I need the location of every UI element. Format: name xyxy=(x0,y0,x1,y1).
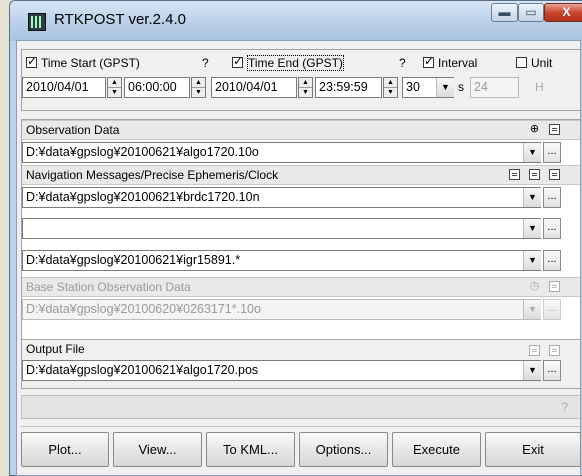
time-start-checkbox[interactable]: Time Start (GPST) xyxy=(26,54,140,70)
output-dropdown-icon[interactable]: ▼ xyxy=(523,361,541,380)
navigation-path1-input[interactable]: D:¥data¥gpslog¥20100621¥brdc1720.10n xyxy=(22,187,541,208)
app-icon[interactable] xyxy=(28,13,46,31)
navigation-path2-input[interactable] xyxy=(22,218,541,239)
unit-input[interactable]: 24 xyxy=(470,77,519,98)
time-end-check-icon[interactable] xyxy=(232,54,243,68)
view-button[interactable]: View... xyxy=(113,432,202,467)
interval-unit: s xyxy=(458,80,464,94)
execute-button[interactable]: Execute xyxy=(392,432,481,467)
down-arrow-icon[interactable]: ▼ xyxy=(384,88,397,97)
observation-label: Observation Data xyxy=(26,123,120,137)
start-date-spinner[interactable]: ▲ ▼ xyxy=(107,77,122,98)
navigation3-dropdown-icon[interactable]: ▼ xyxy=(523,251,541,270)
navigation3-browse-button[interactable]: ... xyxy=(543,250,561,271)
plot-button[interactable]: Plot... xyxy=(21,432,109,467)
time-start-check-icon[interactable] xyxy=(26,54,37,68)
status-bar: ? xyxy=(21,395,580,419)
status-help[interactable]: ? xyxy=(561,400,568,414)
navigation2-browse-button[interactable]: ... xyxy=(543,218,561,239)
down-arrow-icon[interactable]: ▼ xyxy=(299,88,312,97)
base-section-header: Base Station Observation Data ◷ xyxy=(22,277,580,297)
output-browse-button[interactable]: ... xyxy=(543,360,561,381)
interval-check-icon[interactable] xyxy=(423,54,434,68)
options-button[interactable]: Options... xyxy=(299,432,388,467)
time-end-help[interactable]: ? xyxy=(399,56,406,70)
view-nav1-icon[interactable] xyxy=(509,169,520,180)
up-arrow-icon[interactable]: ▲ xyxy=(108,78,121,88)
title-bar[interactable]: RTKPOST ver.2.4.0 ▬ ▭ X xyxy=(10,1,582,41)
unit-check-icon[interactable] xyxy=(516,57,527,68)
clock-icon[interactable]: ◷ xyxy=(529,281,540,292)
up-arrow-icon[interactable]: ▲ xyxy=(192,78,205,88)
client-area: Time Start (GPST) ? Time End (GPST) ? In… xyxy=(16,40,581,476)
end-date-input[interactable]: 2010/04/01 xyxy=(211,77,297,98)
close-button[interactable]: X xyxy=(544,3,582,22)
unit-label: Unit xyxy=(531,56,553,70)
unit-suffix: H xyxy=(535,80,544,94)
button-bar: Plot... View... To KML... Options... Exe… xyxy=(21,426,581,467)
interval-label: Interval xyxy=(438,56,478,70)
output-panel: Output File D:¥data¥gpslog¥20100621¥algo… xyxy=(21,339,580,389)
view-nav2-icon[interactable] xyxy=(529,169,540,180)
time-end-checkbox[interactable]: Time End (GPST) xyxy=(232,54,344,71)
navigation1-browse-button[interactable]: ... xyxy=(543,187,561,208)
navigation2-dropdown-icon[interactable]: ▼ xyxy=(523,219,541,238)
time-start-label: Time Start (GPST) xyxy=(41,56,140,70)
navigation-section-header: Navigation Messages/Precise Ephemeris/Cl… xyxy=(22,165,580,185)
navigation-path3-input[interactable]: D:¥data¥gpslog¥20100621¥igr15891.* xyxy=(22,250,541,271)
end-time-input[interactable]: 23:59:59 xyxy=(315,77,382,98)
output-label: Output File xyxy=(26,342,85,356)
observation-section-header: Observation Data ⊕ xyxy=(22,120,580,140)
time-end-label: Time End (GPST) xyxy=(247,55,344,71)
down-arrow-icon[interactable]: ▼ xyxy=(192,88,205,97)
to-kml-button[interactable]: To KML... xyxy=(206,432,295,467)
output-view2-icon[interactable] xyxy=(549,345,560,356)
end-time-spinner[interactable]: ▲ ▼ xyxy=(383,77,398,98)
unit-checkbox[interactable]: Unit xyxy=(516,56,552,70)
view-file-icon[interactable] xyxy=(549,124,560,135)
output-view1-icon[interactable] xyxy=(529,345,540,356)
interval-dropdown-icon[interactable]: ▼ xyxy=(436,78,454,97)
up-arrow-icon[interactable]: ▲ xyxy=(299,78,312,88)
end-date-spinner[interactable]: ▲ ▼ xyxy=(298,77,313,98)
start-time-input[interactable]: 06:00:00 xyxy=(124,77,190,98)
window-title: RTKPOST ver.2.4.0 xyxy=(54,11,187,28)
start-time-spinner[interactable]: ▲ ▼ xyxy=(191,77,206,98)
view-nav3-icon[interactable] xyxy=(549,169,560,180)
down-arrow-icon[interactable]: ▼ xyxy=(108,88,121,97)
globe-icon[interactable]: ⊕ xyxy=(529,124,540,135)
minimize-button[interactable]: ▬ xyxy=(491,3,518,22)
files-panel: Observation Data ⊕ D:¥data¥gpslog¥201006… xyxy=(21,119,580,365)
time-panel: Time Start (GPST) ? Time End (GPST) ? In… xyxy=(21,49,580,111)
base-dropdown-icon[interactable]: ▼ xyxy=(523,300,541,319)
navigation-label: Navigation Messages/Precise Ephemeris/Cl… xyxy=(26,168,279,182)
interval-value: 30 xyxy=(406,80,420,94)
base-path-input[interactable]: D:¥data¥gpslog¥20100620¥0263171*.10o xyxy=(22,299,541,320)
start-date-input[interactable]: 2010/04/01 xyxy=(22,77,106,98)
maximize-button[interactable]: ▭ xyxy=(518,3,544,22)
time-start-help[interactable]: ? xyxy=(202,56,209,70)
base-label: Base Station Observation Data xyxy=(26,280,191,294)
up-arrow-icon[interactable]: ▲ xyxy=(384,78,397,88)
base-browse-button[interactable]: ... xyxy=(543,299,561,320)
interval-checkbox[interactable]: Interval xyxy=(423,54,478,70)
exit-button[interactable]: Exit xyxy=(485,432,581,467)
output-path-input[interactable]: D:¥data¥gpslog¥20100621¥algo1720.pos xyxy=(22,360,541,381)
navigation1-dropdown-icon[interactable]: ▼ xyxy=(523,188,541,207)
observation-dropdown-icon[interactable]: ▼ xyxy=(523,143,541,162)
view-base-icon[interactable] xyxy=(549,281,560,292)
observation-browse-button[interactable]: ... xyxy=(543,142,561,163)
observation-path-input[interactable]: D:¥data¥gpslog¥20100621¥algo1720.10o xyxy=(22,142,541,163)
